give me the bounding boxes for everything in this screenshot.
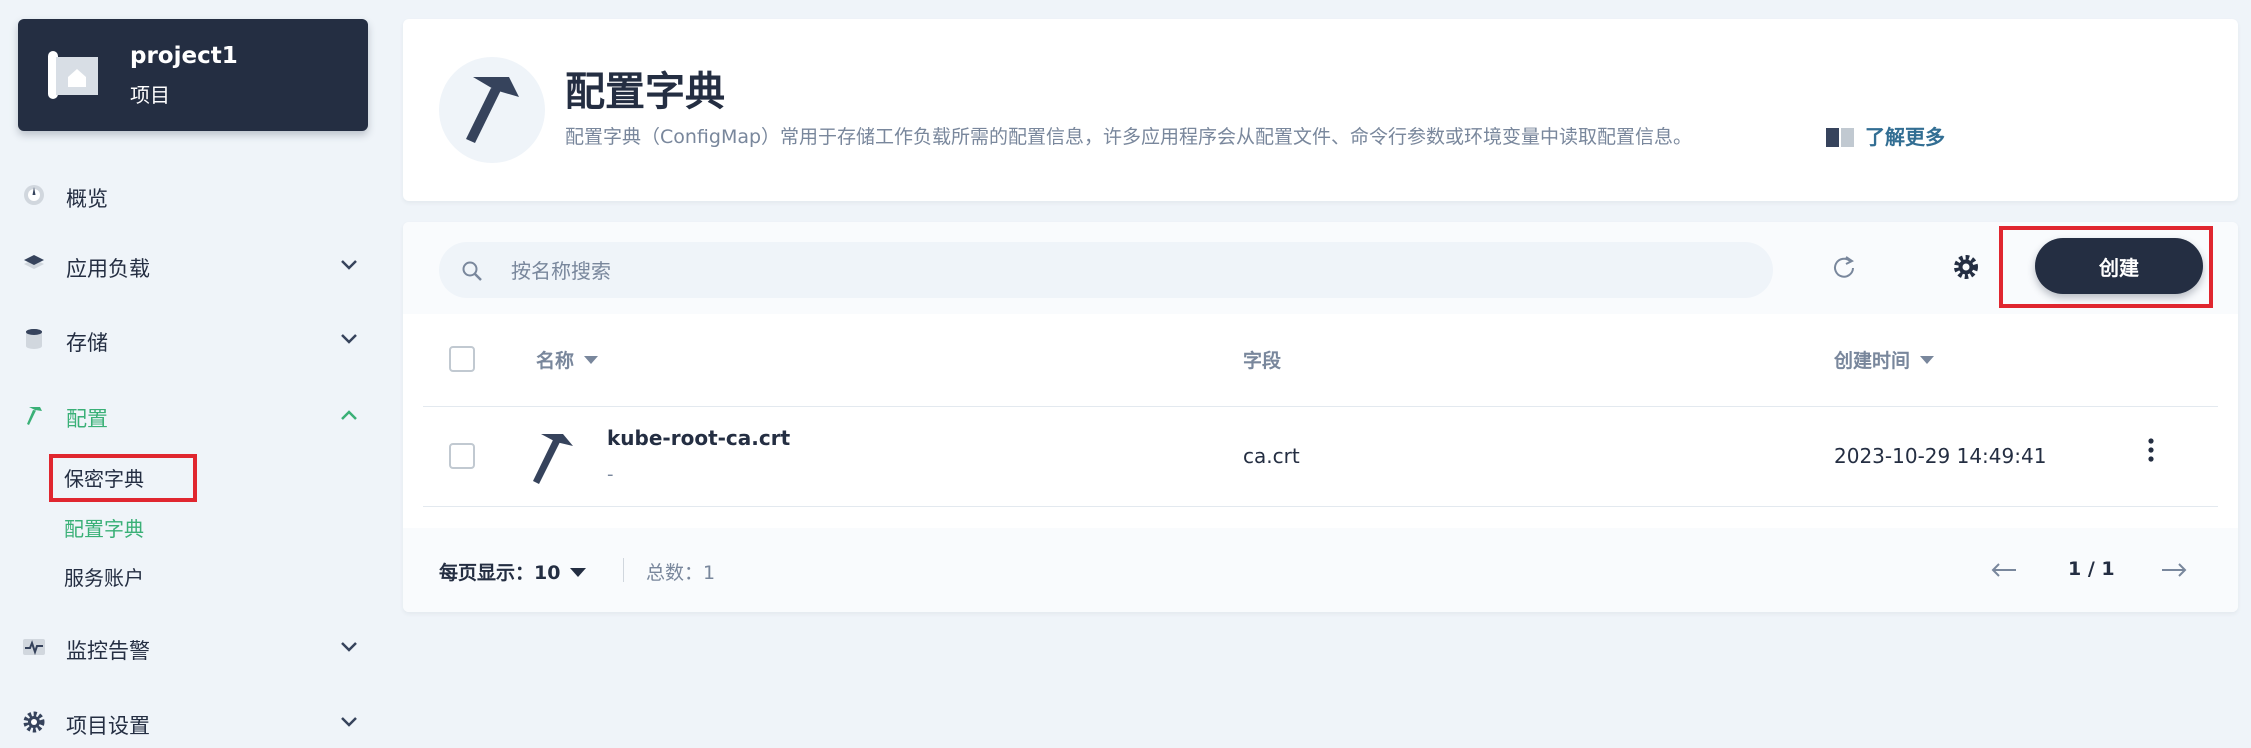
search-input[interactable]: [509, 254, 1753, 288]
column-header-field: 字段: [1243, 350, 1282, 372]
project-icon: [48, 51, 98, 99]
arrow-right-icon[interactable]: [2159, 558, 2189, 582]
sort-caret-icon: [1920, 356, 1935, 364]
sidebar-item-storage[interactable]: 存储: [18, 315, 368, 365]
column-header-created[interactable]: 创建时间: [1834, 346, 1935, 373]
page-size-select[interactable]: 每页显示：10: [439, 558, 587, 585]
sidebar-item-label: 应用负载: [66, 257, 150, 281]
sidebar-item-label: 项目设置: [66, 714, 150, 738]
project-type: 项目: [130, 83, 170, 107]
refresh-icon[interactable]: [1829, 252, 1859, 282]
page-description: 配置字典（ConfigMap）常用于存储工作负载所需的配置信息，许多应用程序会从…: [565, 126, 1693, 148]
sidebar-item-workloads[interactable]: 应用负载: [18, 241, 368, 291]
learn-more-link[interactable]: 了解更多: [1825, 121, 1945, 150]
configmap-list: 创建 名称 字段 创建时间 kube-root-ca.crt - ca.crt …: [403, 222, 2238, 612]
dashboard-icon: [24, 185, 44, 205]
database-icon: [26, 329, 42, 349]
row-name[interactable]: kube-root-ca.crt: [607, 426, 790, 450]
sidebar-item-monitoring[interactable]: 监控告警: [18, 623, 368, 673]
row-description: -: [607, 464, 614, 485]
chevron-down-icon: [570, 568, 587, 577]
search-box[interactable]: [439, 242, 1773, 298]
row-checkbox[interactable]: [449, 443, 475, 469]
sidebar-item-overview[interactable]: 概览: [18, 171, 368, 221]
sidebar-subitem-secrets[interactable]: 保密字典: [64, 463, 144, 492]
book-icon: [1826, 128, 1854, 147]
chevron-down-icon: [341, 642, 357, 652]
header-icon-wrap: [439, 57, 545, 163]
chevron-down-icon: [341, 717, 357, 727]
sidebar-item-label: 概览: [66, 187, 108, 211]
hammer-icon: [466, 77, 519, 143]
chevron-down-icon: [341, 260, 357, 270]
column-header-name[interactable]: 名称: [536, 346, 599, 373]
monitor-icon: [23, 639, 45, 656]
table-header: 名称 字段 创建时间: [423, 314, 2218, 407]
toolbar: 创建: [403, 222, 2238, 314]
arrow-left-icon[interactable]: [1989, 558, 2019, 582]
sidebar-item-config[interactable]: 配置: [18, 391, 368, 441]
chevron-up-icon: [341, 410, 357, 420]
sidebar-item-label: 监控告警: [66, 639, 150, 663]
project-card[interactable]: project1 项目: [18, 19, 368, 131]
search-icon: [462, 261, 482, 281]
layers-icon: [24, 255, 44, 269]
sidebar-item-label: 存储: [66, 331, 108, 355]
gear-icon[interactable]: [1951, 252, 1981, 282]
learn-more-label: 了解更多: [1865, 125, 1945, 149]
sidebar-subitem-configmaps[interactable]: 配置字典: [64, 513, 144, 542]
total-count: 总数：1: [646, 562, 716, 584]
sidebar-item-label: 配置: [66, 407, 108, 431]
select-all-checkbox[interactable]: [449, 346, 475, 372]
row-field: ca.crt: [1243, 444, 1300, 468]
page-header: 配置字典 配置字典（ConfigMap）常用于存储工作负载所需的配置信息，许多应…: [403, 19, 2238, 201]
sidebar-item-project-settings[interactable]: 项目设置: [18, 698, 368, 748]
pagination-bar: 每页显示：10 总数：1 1 / 1: [403, 528, 2238, 612]
hammer-icon: [533, 434, 573, 484]
divider: [623, 558, 624, 582]
project-name: project1: [130, 43, 238, 69]
sidebar-subitem-service-accounts[interactable]: 服务账户: [64, 562, 144, 591]
more-icon[interactable]: [2139, 436, 2163, 466]
create-button[interactable]: 创建: [2035, 238, 2203, 294]
table-row[interactable]: kube-root-ca.crt - ca.crt 2023-10-29 14:…: [423, 406, 2218, 507]
page-title: 配置字典: [565, 69, 725, 115]
hammer-icon: [27, 407, 42, 425]
row-created-time: 2023-10-29 14:49:41: [1834, 444, 2047, 468]
sort-caret-icon: [584, 356, 599, 364]
gear-icon: [23, 711, 45, 733]
page-indicator: 1 / 1: [2068, 558, 2115, 580]
chevron-down-icon: [341, 334, 357, 344]
